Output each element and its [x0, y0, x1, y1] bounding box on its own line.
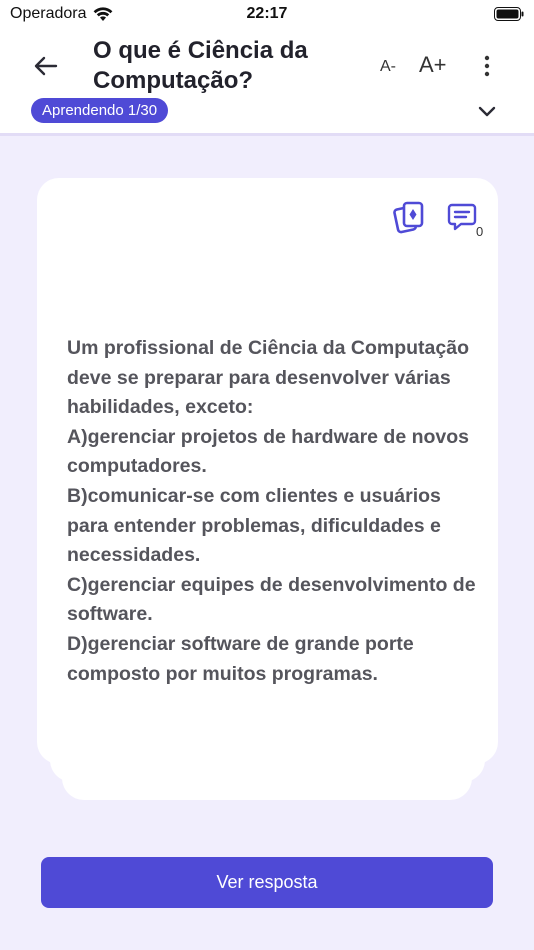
status-bar: Operadora 22:17 — [0, 0, 534, 28]
more-options-button[interactable] — [477, 52, 497, 80]
header: O que é Ciência da Computação? A- A+ Apr… — [0, 28, 534, 136]
back-button[interactable] — [32, 52, 60, 80]
font-decrease-button[interactable]: A- — [380, 58, 396, 76]
comment-icon[interactable] — [447, 202, 477, 232]
battery-icon — [494, 7, 524, 21]
page-title: O que é Ciência da Computação? — [93, 37, 308, 94]
more-vertical-icon — [484, 55, 490, 77]
expand-button[interactable] — [476, 100, 498, 122]
comment-count: 0 — [476, 224, 484, 239]
chevron-down-icon — [478, 106, 496, 116]
font-increase-button[interactable]: A+ — [419, 52, 447, 78]
progress-badge: Aprendendo 1/30 — [31, 98, 169, 123]
status-time: 22:17 — [246, 5, 288, 22]
flashcard[interactable]: 0 Um profissional de Ciência da Computaç… — [37, 178, 498, 764]
show-answer-button[interactable]: Ver resposta — [41, 857, 493, 908]
arrow-left-icon — [34, 56, 58, 76]
flashcards-icon[interactable] — [393, 200, 425, 234]
question-text: Um profissional de Ciência da Computação… — [67, 337, 476, 685]
